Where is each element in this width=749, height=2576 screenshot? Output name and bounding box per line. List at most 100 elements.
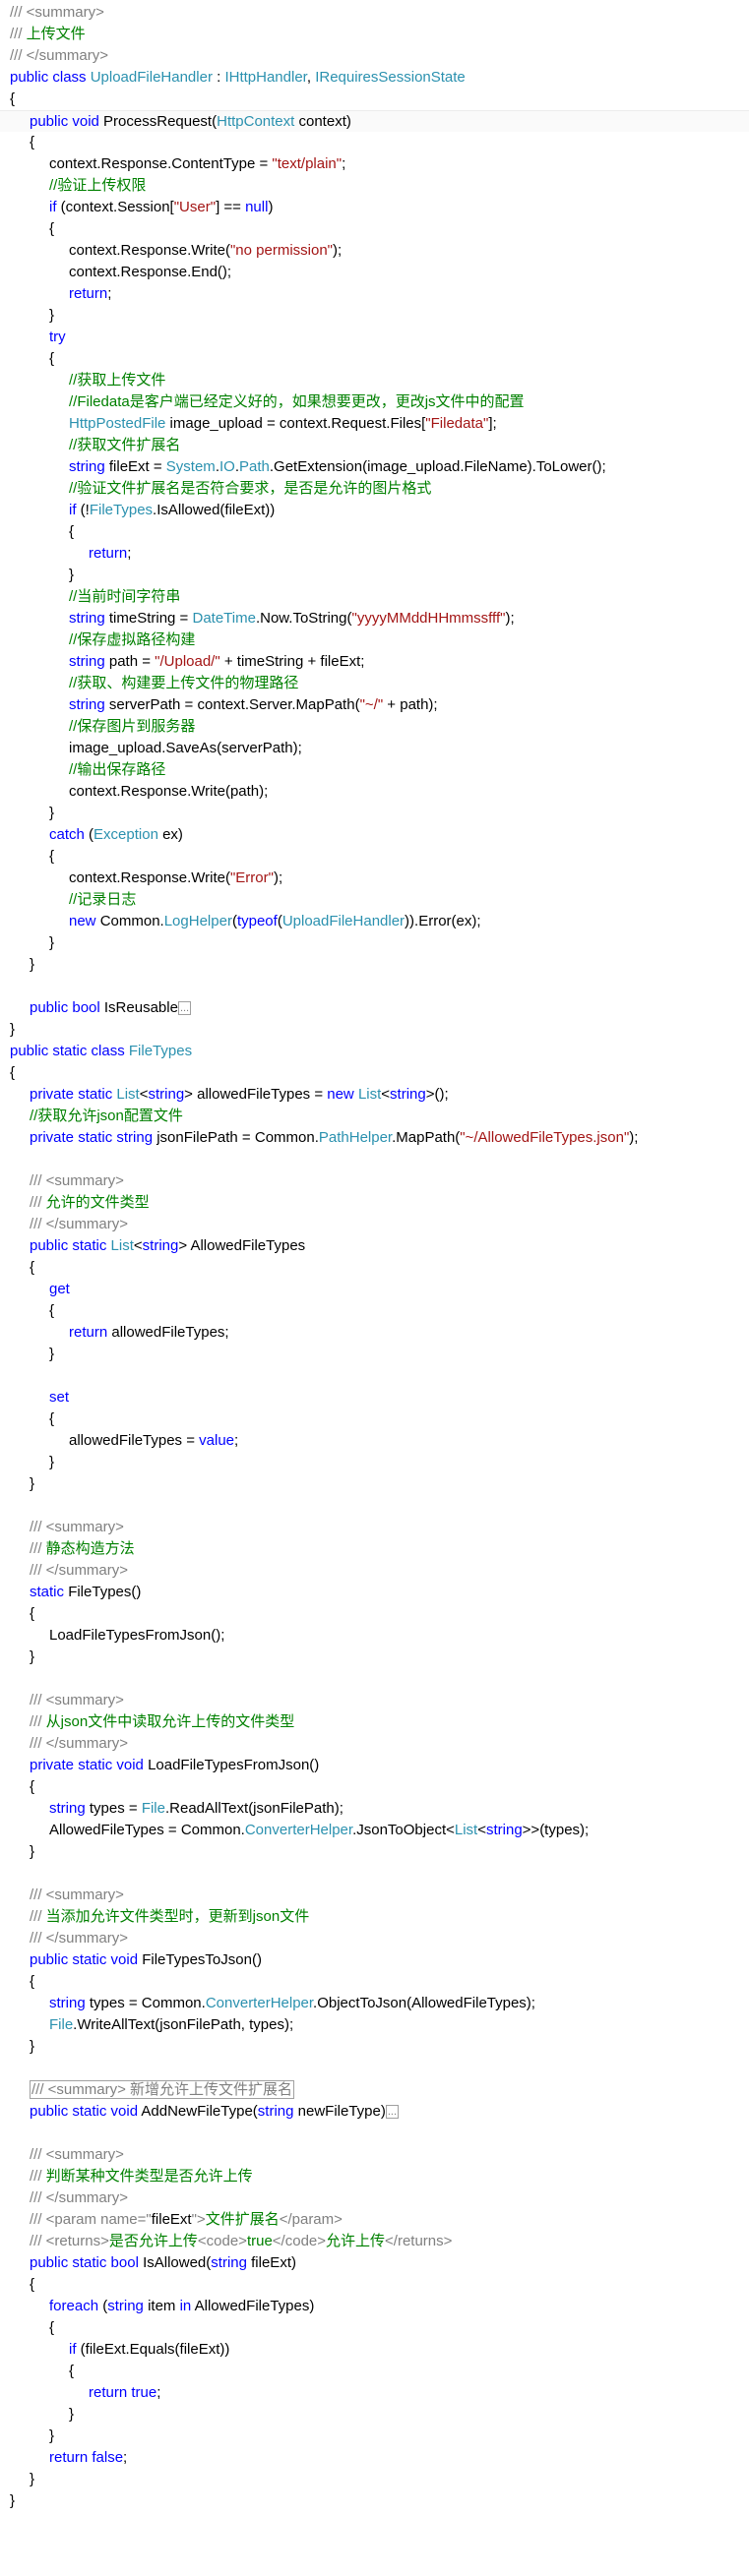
code-token: IHttpHandler xyxy=(224,69,307,86)
code-line: } xyxy=(0,954,749,976)
code-token: List xyxy=(454,1822,478,1838)
code-line: } xyxy=(0,1344,749,1365)
code-token: public class xyxy=(10,69,91,86)
code-token: context.Response.Write(path); xyxy=(69,783,269,800)
code-line: AllowedFileTypes = Common.ConverterHelpe… xyxy=(0,1820,749,1841)
code-token: /// </summary> xyxy=(30,1735,129,1752)
code-line: //输出保存路径 xyxy=(0,759,749,781)
code-token: } xyxy=(30,2471,35,2487)
code-token: + path); xyxy=(383,696,438,713)
code-line: { xyxy=(0,2274,749,2296)
code-token: public static bool xyxy=(30,2254,144,2271)
collapsed-doc-comment[interactable]: /// <summary> 新增允许上传文件扩展名 xyxy=(30,2080,295,2099)
code-token: if xyxy=(69,2341,77,2358)
code-token: .ReadAllText(jsonFilePath); xyxy=(164,1800,343,1817)
code-token: try xyxy=(49,329,66,345)
code-line: } xyxy=(0,1473,749,1495)
code-token: new xyxy=(69,913,100,929)
code-line: /// 从json文件中读取允许上传的文件类型 xyxy=(0,1711,749,1733)
code-editor[interactable]: /// <summary> /// 上传文件 /// </summary> publi… xyxy=(0,0,749,2512)
code-token: (context.Session[ xyxy=(56,199,174,215)
code-token: //输出保存路径 xyxy=(69,761,166,778)
collapsed-region-icon[interactable]: ... xyxy=(177,1001,192,1016)
code-token: LoadFileTypesFromJson() xyxy=(148,1757,320,1773)
code-line: /// <summary> xyxy=(0,2,749,24)
code-token: string xyxy=(211,2254,247,2271)
code-token: //记录日志 xyxy=(69,891,137,908)
code-line: /// <summary> 新增允许上传文件扩展名 xyxy=(0,2079,749,2101)
code-token: 当添加允许文件类型时，更新到json文件 xyxy=(45,1908,310,1925)
code-token: fileExt xyxy=(151,2211,192,2228)
code-token: </returns> xyxy=(385,2233,453,2249)
code-line: { xyxy=(0,348,749,370)
code-token: <code> xyxy=(197,2233,247,2249)
code-token: string xyxy=(69,696,105,713)
code-line: try xyxy=(0,327,749,348)
code-token: string xyxy=(69,610,105,627)
code-line: { xyxy=(0,521,749,543)
code-line: set xyxy=(0,1387,749,1408)
code-token: ( xyxy=(98,2298,108,2314)
code-token: { xyxy=(30,1778,35,1795)
code-line: //当前时间字符串 xyxy=(0,586,749,608)
code-token: /// </summary> xyxy=(10,47,109,64)
code-token: Common. xyxy=(99,913,164,929)
code-line: private static void LoadFileTypesFromJso… xyxy=(0,1755,749,1776)
code-token: string xyxy=(107,2298,144,2314)
code-token: File xyxy=(49,2016,74,2033)
code-token: ; xyxy=(123,2449,128,2466)
code-line: { xyxy=(0,89,749,110)
code-token: ProcessRequest( xyxy=(103,113,218,130)
code-token: return xyxy=(69,285,108,302)
code-line: private static string jsonFilePath = Com… xyxy=(0,1127,749,1149)
code-line: string path = "/Upload/" + timeString + … xyxy=(0,651,749,673)
code-line: //获取文件扩展名 xyxy=(0,435,749,456)
code-line: { xyxy=(0,1776,749,1798)
code-token: string xyxy=(69,458,105,475)
code-token: 从json文件中读取允许上传的文件类型 xyxy=(45,1713,295,1730)
code-line: } xyxy=(0,1647,749,1668)
code-line: return true; xyxy=(0,2382,749,2404)
code-token: ; xyxy=(342,155,346,172)
code-token: , xyxy=(306,69,316,86)
code-token: >>(types); xyxy=(522,1822,590,1838)
code-token: context) xyxy=(294,113,351,130)
code-token: ; xyxy=(234,1432,239,1449)
code-token: + timeString + fileExt; xyxy=(219,653,365,670)
code-line: { xyxy=(0,1257,749,1279)
code-token: timeString = xyxy=(104,610,193,627)
code-token: { xyxy=(69,523,75,540)
code-token: image_upload = context.Request.Files[ xyxy=(165,415,426,432)
code-token: .ObjectToJson(AllowedFileTypes); xyxy=(313,1995,535,2011)
code-token: { xyxy=(49,1302,55,1319)
code-token: .JsonToObject< xyxy=(352,1822,455,1838)
code-line: string types = Common.ConverterHelper.Ob… xyxy=(0,1993,749,2014)
code-token: /// </summary> xyxy=(30,1562,129,1579)
code-token: value xyxy=(199,1432,235,1449)
code-line: /// <summary> xyxy=(0,2144,749,2166)
collapsed-region-icon[interactable]: ... xyxy=(385,2105,400,2120)
code-line: context.Response.Write("Error"); xyxy=(0,868,749,889)
code-token: private static string xyxy=(30,1129,157,1146)
code-line: //获取、构建要上传文件的物理路径 xyxy=(0,673,749,694)
code-token: { xyxy=(30,1973,35,1990)
code-token: //验证文件扩展名是否符合要求，是否是允许的图片格式 xyxy=(69,480,432,497)
code-token: AllowedFileTypes) xyxy=(191,2298,315,2314)
code-token: return xyxy=(69,1324,112,1341)
code-token: UploadFileHandler xyxy=(90,69,213,86)
code-token: public static void xyxy=(30,1951,143,1968)
code-token: /// <returns> xyxy=(30,2233,109,2249)
code-token: < xyxy=(477,1822,486,1838)
code-line: string types = File.ReadAllText(jsonFile… xyxy=(0,1798,749,1820)
code-token: >(); xyxy=(425,1086,449,1103)
code-token: { xyxy=(49,2319,55,2336)
code-token: set xyxy=(49,1389,70,1406)
code-token: public static void xyxy=(30,2103,142,2120)
code-token: } xyxy=(30,1648,35,1665)
code-token: </code> xyxy=(272,2233,327,2249)
code-token: ; xyxy=(127,545,132,562)
code-token: /// xyxy=(30,1908,46,1925)
code-line: public static void FileTypesToJson() xyxy=(0,1949,749,1971)
